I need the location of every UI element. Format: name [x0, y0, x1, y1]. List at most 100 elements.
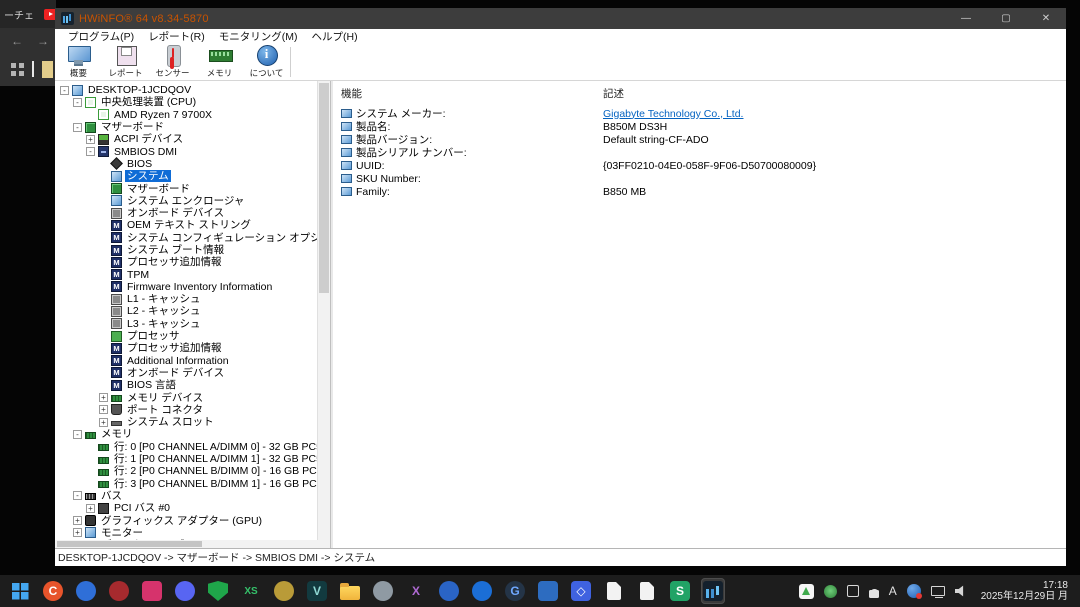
- scrollbar-thumb[interactable]: [57, 541, 202, 547]
- clock[interactable]: 17:18 2025年12月29日 月: [967, 580, 1080, 602]
- tree-item[interactable]: +メモリ デバイス: [55, 391, 317, 403]
- collapse-minus-icon[interactable]: -: [73, 491, 82, 500]
- expand-plus-icon[interactable]: +: [86, 504, 95, 513]
- detail-row[interactable]: SKU Number:: [337, 172, 1066, 185]
- toolbar-about-button[interactable]: について: [243, 44, 290, 80]
- ccleaner-icon[interactable]: C: [41, 578, 65, 604]
- tree-item[interactable]: Additional Information: [55, 355, 317, 367]
- bookmark-chip-icon[interactable]: [42, 61, 53, 78]
- tree-item[interactable]: OEM テキスト ストリング: [55, 219, 317, 231]
- manufacturer-link[interactable]: Gigabyte Technology Co., Ltd.: [603, 108, 743, 120]
- tree-item[interactable]: プロセッサ追加情報: [55, 342, 317, 354]
- menu-item-2[interactable]: モニタリング(M): [212, 29, 305, 44]
- toolbar-report-button[interactable]: レポート: [102, 44, 149, 80]
- expand-plus-icon[interactable]: +: [86, 135, 95, 144]
- collapse-minus-icon[interactable]: -: [86, 147, 95, 156]
- tray-green-app-icon[interactable]: [824, 585, 837, 598]
- toolbar-memory-button[interactable]: メモリ: [196, 44, 243, 80]
- google-drive-icon[interactable]: [799, 584, 814, 599]
- gold-orb-app-icon[interactable]: [272, 578, 296, 604]
- tree-item[interactable]: +ポート コネクタ: [55, 404, 317, 416]
- tree-item[interactable]: オンボード デバイス: [55, 207, 317, 219]
- title-bar[interactable]: HWiNFO® 64 v8.34-5870 — ▢ ✕: [55, 8, 1066, 29]
- x-purple-app-icon[interactable]: X: [404, 578, 428, 604]
- blue-app-icon[interactable]: [74, 578, 98, 604]
- tree-item[interactable]: プロセッサ: [55, 330, 317, 342]
- volume-icon[interactable]: [955, 585, 967, 597]
- notepad-doc-2-icon[interactable]: [635, 578, 659, 604]
- tree-item[interactable]: -マザーボード: [55, 121, 317, 133]
- expand-plus-icon[interactable]: +: [99, 418, 108, 427]
- sheets-app-icon[interactable]: S: [668, 578, 692, 604]
- tree-item[interactable]: TPM: [55, 268, 317, 280]
- close-button[interactable]: ✕: [1026, 8, 1066, 29]
- collapse-minus-icon[interactable]: -: [73, 430, 82, 439]
- tree-item[interactable]: L2 - キャッシュ: [55, 305, 317, 317]
- tree-item[interactable]: システム: [55, 170, 317, 182]
- panel-splitter[interactable]: [330, 81, 333, 548]
- tree-item[interactable]: -バス: [55, 490, 317, 502]
- start-icon[interactable]: [8, 578, 32, 604]
- tree-item[interactable]: システム エンクロージャ: [55, 195, 317, 207]
- discord-icon[interactable]: [173, 578, 197, 604]
- toolbar-sensors-button[interactable]: センサー: [149, 44, 196, 80]
- blue-globe-app-icon[interactable]: [437, 578, 461, 604]
- tree-item[interactable]: 行: 1 [P0 CHANNEL A/DIMM 1] - 32 GB PC5-4…: [55, 453, 317, 465]
- collapse-minus-icon[interactable]: -: [73, 123, 82, 132]
- tree-item[interactable]: -SMBIOS DMI: [55, 145, 317, 157]
- tree-vertical-scrollbar[interactable]: [318, 81, 330, 540]
- red-app-icon[interactable]: [107, 578, 131, 604]
- expand-plus-icon[interactable]: +: [73, 528, 82, 537]
- tree-item[interactable]: マザーボード: [55, 182, 317, 194]
- tree-item[interactable]: BIOS: [55, 158, 317, 170]
- g-app-icon[interactable]: G: [503, 578, 527, 604]
- tree-item[interactable]: 行: 3 [P0 CHANNEL B/DIMM 1] - 16 GB PC5-4…: [55, 478, 317, 490]
- edge-browser-icon[interactable]: [470, 578, 494, 604]
- expand-plus-icon[interactable]: +: [99, 405, 108, 414]
- tray-blue-ball-app-icon[interactable]: [907, 584, 921, 598]
- menu-item-1[interactable]: レポート(R): [141, 29, 212, 44]
- hwinfo-icon[interactable]: [701, 578, 725, 604]
- tree-item[interactable]: L1 - キャッシュ: [55, 293, 317, 305]
- toolbar-overview-button[interactable]: 概要: [55, 44, 102, 80]
- tree-item[interactable]: オンボード デバイス: [55, 367, 317, 379]
- tree-item[interactable]: +PCI バス #0: [55, 502, 317, 514]
- tree-item[interactable]: AMD Ryzen 7 9700X: [55, 109, 317, 121]
- teal-v-app-icon[interactable]: V: [305, 578, 329, 604]
- tree-item[interactable]: +グラフィックス アダプター (GPU): [55, 514, 317, 526]
- tree-horizontal-scrollbar[interactable]: [55, 540, 330, 548]
- roblox-icon[interactable]: ◇: [569, 578, 593, 604]
- tree-item[interactable]: プロセッサ追加情報: [55, 256, 317, 268]
- gray-globe-app-icon[interactable]: [371, 578, 395, 604]
- notepad-doc-icon[interactable]: [602, 578, 626, 604]
- scrollbar-thumb[interactable]: [319, 83, 329, 293]
- file-explorer-icon[interactable]: [338, 578, 362, 604]
- tree-item[interactable]: 行: 0 [P0 CHANNEL A/DIMM 0] - 32 GB PC5-4…: [55, 441, 317, 453]
- tree-item[interactable]: -メモリ: [55, 428, 317, 440]
- tray-lock-icon[interactable]: [869, 590, 879, 598]
- tree-item[interactable]: L3 - キャッシュ: [55, 318, 317, 330]
- menu-item-3[interactable]: ヘルプ(H): [305, 29, 365, 44]
- display-icon[interactable]: [931, 586, 945, 596]
- pink-cube-app-icon[interactable]: [140, 578, 164, 604]
- tree-item[interactable]: システム ブート情報: [55, 244, 317, 256]
- tree-item[interactable]: +システム スロット: [55, 416, 317, 428]
- input-method-a-icon[interactable]: A: [889, 584, 897, 598]
- detail-row[interactable]: UUID:{03FF0210-04E0-058F-9F06-D507000800…: [337, 159, 1066, 172]
- back-icon[interactable]: ←: [11, 34, 23, 48]
- collapse-minus-icon[interactable]: -: [73, 98, 82, 107]
- maximize-button[interactable]: ▢: [986, 8, 1026, 29]
- photos-app-icon[interactable]: [536, 578, 560, 604]
- tree-item[interactable]: システム コンフィギュレーション オプション: [55, 232, 317, 244]
- detail-row[interactable]: 製品シリアル ナンバー:: [337, 146, 1066, 159]
- tree-item[interactable]: +モニター: [55, 527, 317, 539]
- tree-item[interactable]: -DESKTOP-1JCDQOV: [55, 84, 317, 96]
- tree-item[interactable]: +ACPI デバイス: [55, 133, 317, 145]
- xsplit-icon[interactable]: XS: [239, 578, 263, 604]
- tree-item[interactable]: -中央処理装置 (CPU): [55, 96, 317, 108]
- detail-row[interactable]: Family:B850 MB: [337, 185, 1066, 198]
- minimize-button[interactable]: —: [946, 8, 986, 29]
- tray-square-app-icon[interactable]: [847, 585, 859, 597]
- tree-item[interactable]: Firmware Inventory Information: [55, 281, 317, 293]
- menu-item-0[interactable]: プログラム(P): [61, 29, 141, 44]
